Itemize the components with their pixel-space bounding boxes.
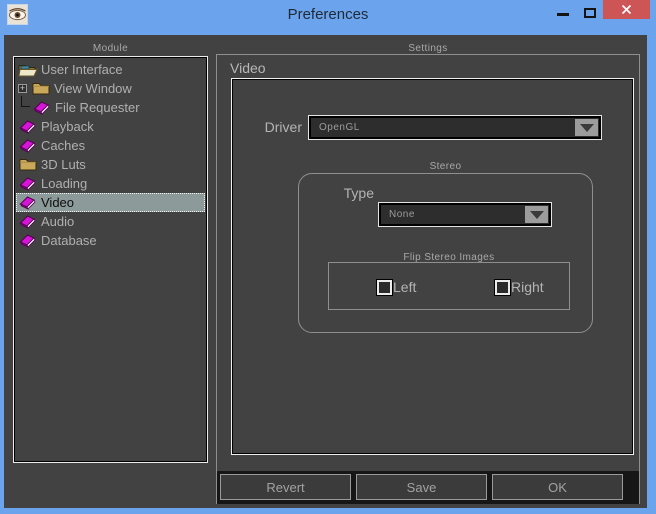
closed-folder-icon xyxy=(18,158,38,171)
tree-item-label: 3D Luts xyxy=(41,157,86,172)
close-icon xyxy=(621,4,632,15)
book-icon xyxy=(32,100,52,115)
tree-item-label: User Interface xyxy=(41,62,123,77)
tree-item-label: View Window xyxy=(54,81,132,96)
stereo-type-dropdown-value: None xyxy=(389,209,415,220)
tree-branch-connector xyxy=(18,96,32,117)
tree-item-playback[interactable]: Playback xyxy=(16,117,205,136)
flip-right-checkbox[interactable] xyxy=(495,279,510,295)
preferences-window: Preferences Module User Interface + View W… xyxy=(0,0,656,514)
driver-label: Driver xyxy=(264,119,302,135)
expander-plus-icon[interactable]: + xyxy=(18,84,27,93)
tree-item-label: File Requester xyxy=(55,100,140,115)
tree-item-label: Playback xyxy=(41,119,94,134)
close-button[interactable] xyxy=(603,0,650,19)
tree-item-file-requester[interactable]: File Requester xyxy=(16,96,205,117)
tree-item-label: Audio xyxy=(41,214,75,229)
stereo-type-dropdown-arrow-button[interactable] xyxy=(525,206,548,223)
flip-left-label: Left xyxy=(393,279,417,295)
tree-item-user-interface[interactable]: User Interface xyxy=(16,60,205,79)
module-panel-caption: Module xyxy=(92,43,129,54)
tree-item-label: Database xyxy=(41,233,97,248)
minimize-button[interactable] xyxy=(557,13,569,16)
driver-dropdown-value: OpenGL xyxy=(319,122,360,133)
driver-dropdown-arrow-button[interactable] xyxy=(575,119,598,136)
flip-right-label: Right xyxy=(511,279,544,295)
tree-item-label: Loading xyxy=(41,176,88,191)
tree-item-loading[interactable]: Loading xyxy=(16,174,205,193)
closed-folder-icon xyxy=(31,82,51,95)
maximize-button[interactable] xyxy=(584,8,596,18)
tree-item-audio[interactable]: Audio xyxy=(16,212,205,231)
tree-item-view-window[interactable]: + View Window xyxy=(16,79,205,98)
chevron-down-icon xyxy=(529,210,544,219)
stereo-group-caption: Stereo xyxy=(429,161,462,172)
stereo-type-label: Type xyxy=(343,185,374,201)
ok-button[interactable]: OK xyxy=(492,474,623,500)
book-icon xyxy=(18,214,38,229)
open-folder-icon xyxy=(18,63,38,77)
tree-item-video[interactable]: Video xyxy=(16,193,205,212)
settings-panel-caption: Settings xyxy=(408,43,448,54)
flip-left-option: Left xyxy=(377,279,416,295)
tree-item-label: Caches xyxy=(41,138,86,153)
stereo-type-dropdown[interactable]: None xyxy=(378,202,552,227)
tree-item-caches[interactable]: Caches xyxy=(16,136,205,155)
save-button[interactable]: Save xyxy=(356,474,487,500)
chevron-down-icon xyxy=(579,123,594,132)
book-icon xyxy=(18,138,38,153)
video-group-label: Video xyxy=(230,60,266,76)
footer-button-strip: Revert Save OK xyxy=(217,471,639,504)
book-icon xyxy=(18,119,38,134)
book-icon xyxy=(18,195,38,210)
book-icon xyxy=(18,233,38,248)
tree-item-label: Video xyxy=(41,195,75,210)
tree-item-3d-luts[interactable]: 3D Luts xyxy=(16,155,205,174)
flip-right-option: Right xyxy=(495,279,544,295)
module-tree: User Interface + View Window File Requester… xyxy=(13,56,208,463)
flip-stereo-box: Left Right xyxy=(328,262,570,310)
flip-left-checkbox[interactable] xyxy=(377,279,392,295)
book-icon xyxy=(18,176,38,191)
tree-item-database[interactable]: Database xyxy=(16,231,205,250)
driver-dropdown[interactable]: OpenGL xyxy=(308,115,602,140)
revert-button[interactable]: Revert xyxy=(220,474,351,500)
dialog-content: Module User Interface + View Window File Re… xyxy=(4,35,647,508)
